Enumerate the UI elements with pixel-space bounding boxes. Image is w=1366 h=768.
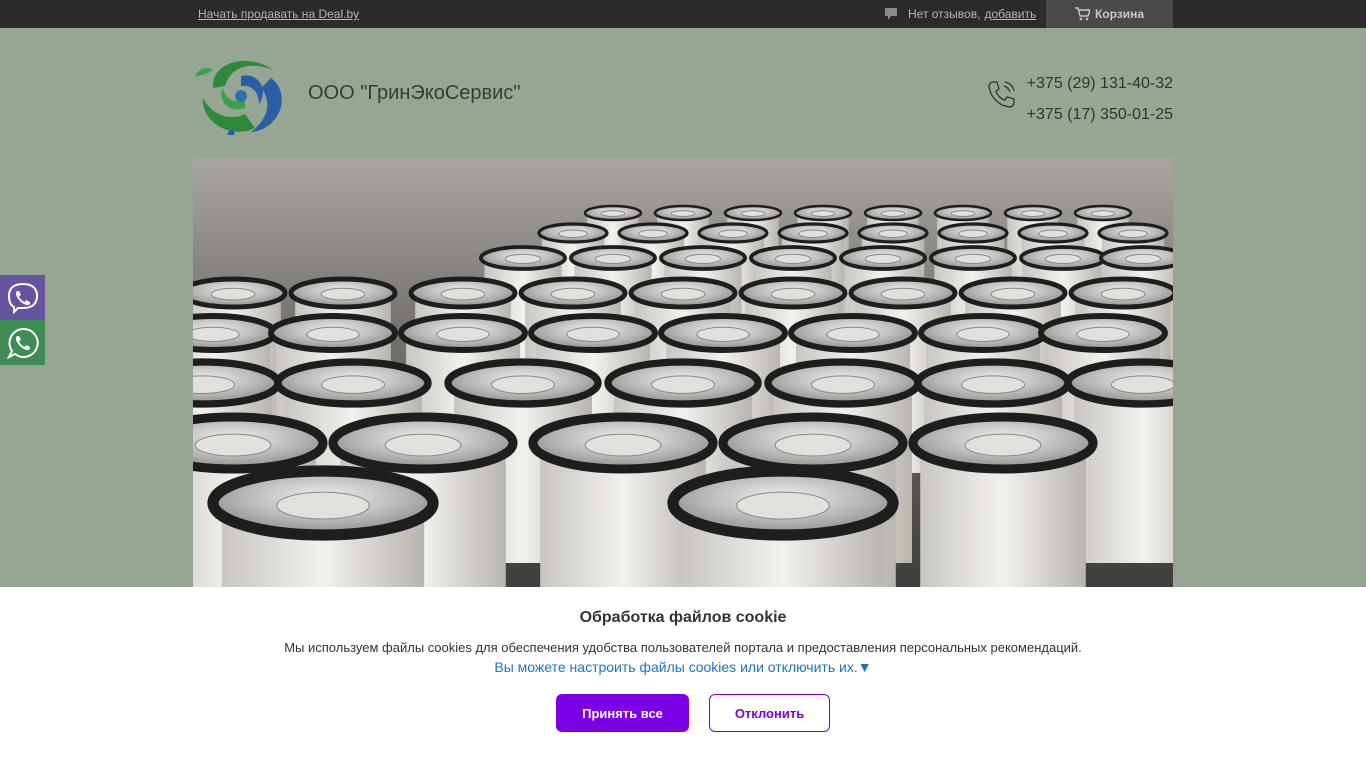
accept-all-button[interactable]: Принять все xyxy=(556,694,689,732)
reviews-info: Нет отзывов, добавить xyxy=(884,6,1036,22)
cookie-settings-link[interactable]: Вы можете настроить файлы cookies или от… xyxy=(494,659,857,675)
reviews-text: Нет отзывов, xyxy=(908,7,981,21)
phone-list: +375 (29) 131-40-32 +375 (17) 350-01-25 xyxy=(1027,68,1173,130)
comment-icon xyxy=(885,8,897,20)
filter-cartridges-photo xyxy=(193,158,1173,588)
whatsapp-button[interactable] xyxy=(0,320,45,365)
cookie-description: Мы используем файлы cookies для обеспече… xyxy=(284,640,1082,655)
top-bar: Начать продавать на Deal.by Нет отзывов,… xyxy=(0,0,1366,28)
company-name: ООО "ГринЭкоСервис" xyxy=(308,82,521,104)
add-review-link[interactable]: добавить xyxy=(984,7,1036,21)
phone-number-2[interactable]: +375 (17) 350-01-25 xyxy=(1027,99,1173,130)
cart-icon xyxy=(1074,7,1090,21)
start-selling-link[interactable]: Начать продавать на Deal.by xyxy=(198,7,359,21)
whatsapp-icon xyxy=(6,327,39,359)
hero-image xyxy=(193,158,1173,588)
cart-label: Корзина xyxy=(1094,7,1145,21)
cookie-banner: Обработка файлов cookie Мы используем фа… xyxy=(0,587,1366,768)
cookie-settings-link-row: Вы можете настроить файлы cookies или от… xyxy=(0,659,1366,675)
phone-icon xyxy=(988,81,1015,108)
viber-button[interactable] xyxy=(0,275,45,320)
cookie-title: Обработка файлов cookie xyxy=(579,609,787,626)
cart-button[interactable]: Корзина xyxy=(1046,0,1173,28)
phone-number-1[interactable]: +375 (29) 131-40-32 xyxy=(1027,68,1173,99)
viber-icon xyxy=(7,282,38,314)
chevron-down-icon[interactable]: ▼ xyxy=(858,659,872,675)
company-logo[interactable] xyxy=(193,50,293,135)
decline-button[interactable]: Отклонить xyxy=(709,694,830,732)
